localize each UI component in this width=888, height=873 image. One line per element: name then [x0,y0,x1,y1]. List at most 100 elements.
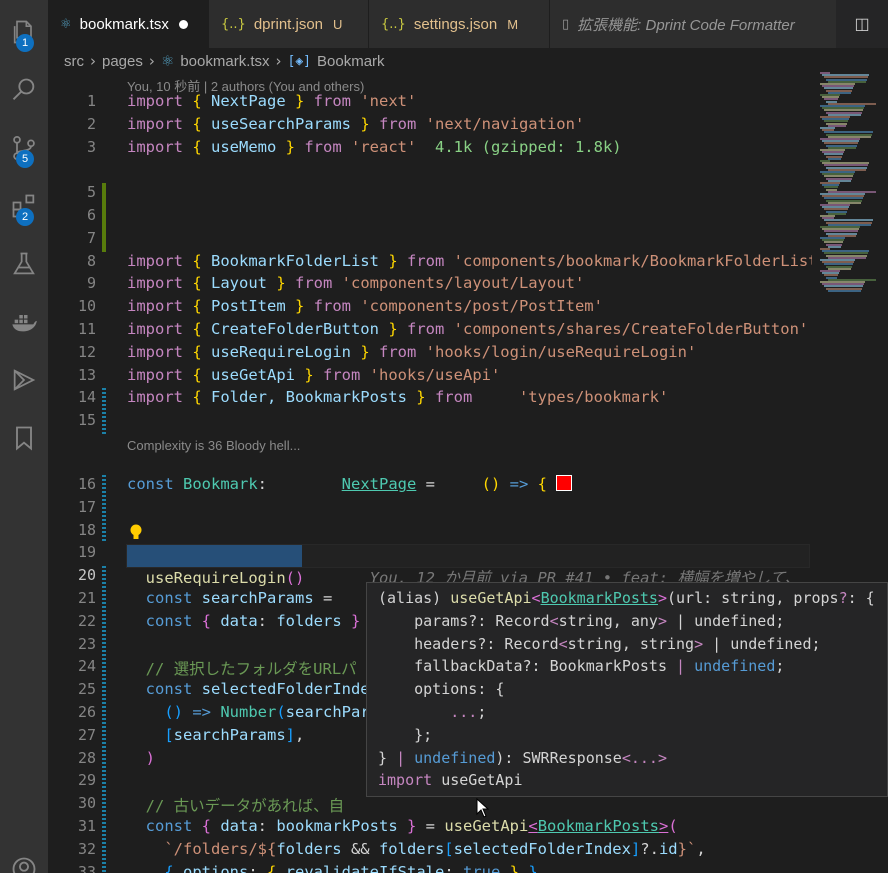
breadcrumb-item-file[interactable]: bookmark.tsx [180,53,269,70]
line-number[interactable]: 17 [48,498,96,516]
split-editor-icon[interactable]: ◫ [854,14,869,34]
code-line[interactable]: import { NextPage } from 'next' [127,92,416,110]
symbol-variable-icon: [◈] [287,53,312,69]
line-number[interactable]: 16 [48,475,96,493]
line-number[interactable]: 8 [48,252,96,270]
extensions-icon[interactable]: 2 [0,182,48,230]
line-number[interactable]: 31 [48,817,96,835]
line-number[interactable]: 30 [48,794,96,812]
line-number[interactable]: 29 [48,771,96,789]
code-line[interactable]: import { BookmarkFolderList } from 'comp… [127,252,827,270]
code-line[interactable]: const { data: bookmarkPosts } = useGetAp… [127,817,678,835]
code-token: Bookmark [183,475,258,494]
line-number[interactable]: 32 [48,840,96,858]
git-gutter-added[interactable] [102,183,106,252]
line-number[interactable]: 2 [48,115,96,133]
line-number[interactable]: 21 [48,589,96,607]
git-gutter-modified[interactable] [102,475,106,544]
code-line[interactable]: const { data: folders } [127,611,361,630]
explorer-icon[interactable]: 1 [0,8,48,56]
bookmarks-icon[interactable] [0,414,48,462]
tab-actions: ◫ [836,0,888,48]
code-line[interactable]: [searchParams], [127,726,304,744]
code-token: CreateFolderButton [211,320,379,338]
code-line[interactable]: const Bookmark: NextPage = () => { [127,475,573,494]
code-line[interactable]: import { useRequireLogin } from 'hooks/l… [127,343,696,361]
remote-icon[interactable] [0,356,48,404]
breadcrumb-item-symbol[interactable]: Bookmark [317,53,385,70]
line-number[interactable]: 13 [48,366,96,384]
line-number[interactable]: 14 [48,388,96,406]
line-number[interactable]: 26 [48,703,96,721]
code-token: selectedFolderIndex [453,839,631,858]
line-number[interactable]: 20 [48,566,96,584]
line-number[interactable]: 19 [48,543,96,561]
code-line[interactable]: import { CreateFolderButton } from 'comp… [127,320,808,338]
code-line[interactable]: import { Folder, BookmarkPosts } from 't… [127,388,668,406]
line-number[interactable]: 22 [48,612,96,630]
accounts-icon[interactable] [0,845,48,873]
line-number[interactable]: 10 [48,297,96,315]
color-decorator-icon[interactable] [556,475,573,492]
git-gutter-modified[interactable] [102,566,106,873]
explorer-badge: 1 [16,34,34,52]
breadcrumb-item-pages[interactable]: pages [102,53,143,70]
code-line[interactable]: import { PostItem } from 'components/pos… [127,297,603,315]
line-number[interactable]: 6 [48,206,96,224]
code-token: } [341,611,361,630]
code-token: } [378,320,398,338]
search-icon[interactable] [0,66,48,114]
line-number[interactable]: 27 [48,726,96,744]
line-number[interactable]: 11 [48,320,96,338]
code-line[interactable]: const selectedFolderInde [127,680,370,698]
code-token: 'types/bookmark' [518,388,669,407]
line-number[interactable]: 33 [48,863,96,873]
code-line[interactable]: import { Layout } from 'components/layou… [127,274,584,292]
docker-icon[interactable] [0,298,48,346]
code-line[interactable]: // 選択したフォルダをURLパ [127,657,357,679]
code-line[interactable]: () => Number(searchPar [127,703,370,722]
line-number[interactable]: 23 [48,635,96,653]
line-number[interactable]: 1 [48,92,96,110]
breadcrumb-item-src[interactable]: src [64,53,84,70]
code-token: > [694,634,704,653]
git-gutter-modified[interactable] [102,388,106,434]
line-number[interactable]: 3 [48,138,96,156]
code-line[interactable]: { options: { revalidateIfStale: true } }… [127,863,547,873]
lightbulb-icon[interactable] [128,523,144,546]
line-number[interactable]: 24 [48,657,96,675]
code-line[interactable]: // 古いデータがあれば、自 [127,794,345,816]
code-line[interactable]: import { useSearchParams } from 'next/na… [127,115,584,133]
tab-settings-json[interactable]: {..} settings.json M [369,0,550,48]
line-number[interactable]: 15 [48,411,96,429]
code-token: import [127,320,193,338]
line-number[interactable]: 12 [48,343,96,361]
code-token: { [164,862,183,873]
code-token: 'components/bookmark/BookmarkFolderList' [453,251,827,270]
code-line[interactable]: import { useGetApi } from 'hooks/useApi' [127,366,500,384]
line-number[interactable]: 9 [48,274,96,292]
line-number[interactable]: 5 [48,183,96,201]
unsaved-dot-icon[interactable] [178,19,188,29]
code-token: { [192,251,211,270]
code-token: searchPar [285,703,370,722]
code-token: BookmarkPosts [540,589,658,607]
activity-bar: 1 5 2 [0,0,48,873]
code-token: folders [276,839,342,858]
code-line[interactable]: import { useMemo } from 'react' 4.1k (gz… [127,138,622,156]
line-number[interactable]: 28 [48,749,96,767]
line-number[interactable]: 18 [48,521,96,539]
line-number[interactable]: 7 [48,229,96,247]
code-token: 'react' [351,137,417,156]
code-line[interactable]: `/folders/${folders && folders[selectedF… [127,839,705,858]
tab-extension-dprint[interactable]: ▯ 拡張機能: Dprint Code Formatter [550,0,840,48]
tab-bookmark-tsx[interactable]: ⚛ bookmark.tsx [48,0,209,48]
source-control-icon[interactable]: 5 [0,124,48,172]
code-token: folders [378,839,445,858]
tab-dprint-json[interactable]: {..} dprint.json U [209,0,369,48]
code-line[interactable]: ) [127,749,155,767]
testing-icon[interactable] [0,240,48,288]
code-token: const [127,475,183,494]
line-number[interactable]: 25 [48,680,96,698]
